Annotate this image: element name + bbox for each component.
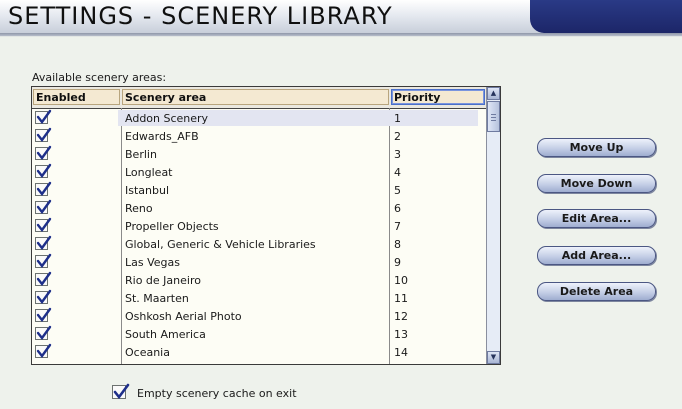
checkmark-icon	[36, 235, 52, 250]
checkmark-icon	[36, 181, 52, 196]
enabled-checkbox[interactable]	[35, 163, 52, 178]
move-down-button[interactable]: Move Down	[537, 174, 656, 193]
enabled-checkbox[interactable]	[35, 235, 52, 250]
priority-value: 6	[394, 202, 401, 215]
list-scrollbar[interactable]: ▲ ▼	[486, 87, 500, 364]
priority-value: 9	[394, 256, 401, 269]
empty-cache-checkbox[interactable]	[112, 383, 130, 400]
enabled-checkbox[interactable]	[35, 145, 52, 160]
scenery-area-name: Istanbul	[125, 184, 170, 197]
header-accent	[530, 0, 682, 33]
column-header-area[interactable]: Scenery area	[122, 89, 389, 105]
enabled-checkbox[interactable]	[35, 325, 52, 340]
list-item[interactable]: Rio de Janeiro 10	[32, 271, 487, 289]
checkmark-icon	[36, 253, 52, 268]
column-header-priority[interactable]: Priority	[391, 89, 485, 105]
scenery-area-name: Propeller Objects	[125, 220, 219, 233]
scenery-area-name: Oceania	[125, 346, 170, 359]
scenery-area-name: Las Vegas	[125, 256, 180, 269]
move-up-button[interactable]: Move Up	[537, 138, 656, 157]
arrow-up-icon[interactable]: ▲	[487, 87, 500, 100]
checkmark-icon	[36, 109, 52, 124]
checkmark-icon	[113, 383, 130, 400]
priority-value: 12	[394, 310, 408, 323]
list-header: Enabled Scenery area Priority	[32, 87, 487, 109]
list-item[interactable]: St. Maarten 11	[32, 289, 487, 307]
edit-area-button[interactable]: Edit Area...	[537, 209, 656, 228]
list-item[interactable]: Global, Generic & Vehicle Libraries 8	[32, 235, 487, 253]
checkmark-icon	[36, 307, 52, 322]
priority-value: 5	[394, 184, 401, 197]
priority-value: 11	[394, 292, 408, 305]
scenery-area-name: Berlin	[125, 148, 157, 161]
enabled-checkbox[interactable]	[35, 253, 52, 268]
scenery-area-name: Addon Scenery	[125, 112, 209, 125]
scenery-area-name: South America	[125, 328, 206, 341]
priority-value: 7	[394, 220, 401, 233]
scenery-area-name: Longleat	[125, 166, 173, 179]
enabled-checkbox[interactable]	[35, 307, 52, 322]
enabled-checkbox[interactable]	[35, 217, 52, 232]
scenery-list[interactable]: Enabled Scenery area Priority Addon Scen…	[31, 86, 501, 365]
checkmark-icon	[36, 163, 52, 178]
checkmark-icon	[36, 271, 52, 286]
add-area-button[interactable]: Add Area...	[537, 246, 656, 265]
scenery-area-name: Oshkosh Aerial Photo	[125, 310, 242, 323]
list-item[interactable]: Las Vegas 9	[32, 253, 487, 271]
scenery-area-name: Edwards_AFB	[125, 130, 199, 143]
enabled-checkbox[interactable]	[35, 343, 52, 358]
list-item[interactable]: Oshkosh Aerial Photo 12	[32, 307, 487, 325]
enabled-checkbox[interactable]	[35, 289, 52, 304]
scenery-area-name: Reno	[125, 202, 153, 215]
list-item[interactable]: Reno 6	[32, 199, 487, 217]
list-item[interactable]: Edwards_AFB 2	[32, 127, 487, 145]
empty-cache-label: Empty scenery cache on exit	[137, 387, 297, 400]
list-item[interactable]: Berlin 3	[32, 145, 487, 163]
scenery-area-name: Global, Generic & Vehicle Libraries	[125, 238, 316, 251]
priority-value: 2	[394, 130, 401, 143]
delete-area-button[interactable]: Delete Area	[537, 282, 656, 301]
list-item[interactable]: Addon Scenery 1	[32, 109, 487, 127]
page-title: SETTINGS - SCENERY LIBRARY	[8, 2, 393, 30]
priority-value: 14	[394, 346, 408, 359]
list-item[interactable]: Propeller Objects 7	[32, 217, 487, 235]
list-item[interactable]: South America 13	[32, 325, 487, 343]
priority-value: 8	[394, 238, 401, 251]
checkmark-icon	[36, 289, 52, 304]
header-bar: SETTINGS - SCENERY LIBRARY	[0, 0, 682, 36]
priority-value: 3	[394, 148, 401, 161]
scenery-area-name: St. Maarten	[125, 292, 189, 305]
priority-value: 4	[394, 166, 401, 179]
checkmark-icon	[36, 199, 52, 214]
list-item[interactable]: Longleat 4	[32, 163, 487, 181]
enabled-checkbox[interactable]	[35, 271, 52, 286]
column-header-enabled[interactable]: Enabled	[33, 89, 120, 105]
checkmark-icon	[36, 127, 52, 142]
scenery-area-name: Rio de Janeiro	[125, 274, 201, 287]
enabled-checkbox[interactable]	[35, 109, 52, 124]
available-areas-label: Available scenery areas:	[32, 71, 167, 84]
scroll-thumb[interactable]	[487, 101, 500, 132]
checkmark-icon	[36, 343, 52, 358]
priority-value: 10	[394, 274, 408, 287]
enabled-checkbox[interactable]	[35, 199, 52, 214]
header-shadow	[0, 33, 682, 37]
checkmark-icon	[36, 217, 52, 232]
checkmark-icon	[36, 145, 52, 160]
list-item[interactable]: Istanbul 5	[32, 181, 487, 199]
arrow-down-icon[interactable]: ▼	[487, 351, 500, 364]
enabled-checkbox[interactable]	[35, 127, 52, 142]
priority-value: 1	[394, 112, 401, 125]
list-item[interactable]: Oceania 14	[32, 343, 487, 361]
scenery-library-window: SETTINGS - SCENERY LIBRARY Available sce…	[0, 0, 682, 409]
priority-value: 13	[394, 328, 408, 341]
checkmark-icon	[36, 325, 52, 340]
enabled-checkbox[interactable]	[35, 181, 52, 196]
